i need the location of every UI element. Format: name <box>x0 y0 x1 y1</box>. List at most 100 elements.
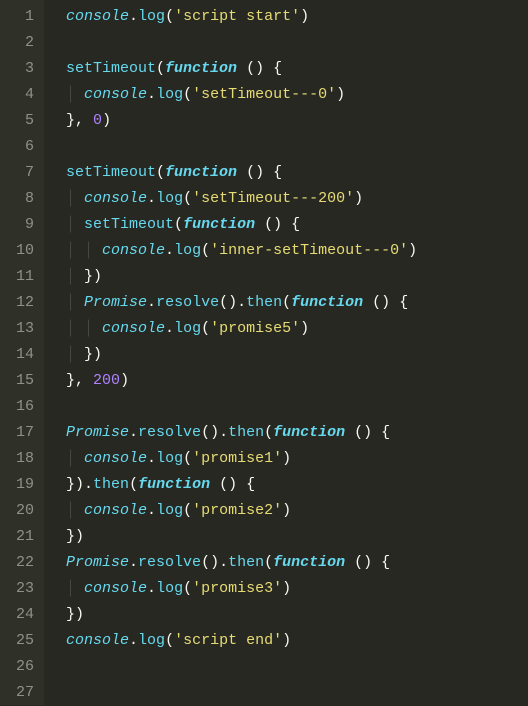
token: log <box>156 580 183 597</box>
token: . <box>129 632 138 649</box>
token: ) <box>75 606 84 623</box>
token: , <box>75 112 93 129</box>
token: Promise <box>84 294 147 311</box>
token <box>48 242 66 259</box>
line-number: 1 <box>8 4 34 30</box>
token <box>48 502 66 519</box>
token <box>345 554 354 571</box>
code-line[interactable]: │ Promise.resolve().then(function () { <box>48 290 528 316</box>
token: │ <box>66 450 84 467</box>
token: console <box>102 242 165 259</box>
token <box>264 60 273 77</box>
token: . <box>129 554 138 571</box>
token: ( <box>183 190 192 207</box>
token: setTimeout <box>66 60 156 77</box>
token: ( <box>183 450 192 467</box>
token: 'script end' <box>174 632 282 649</box>
line-number: 13 <box>8 316 34 342</box>
code-line[interactable]: │ console.log('promise3') <box>48 576 528 602</box>
token: { <box>273 60 282 77</box>
token: ) <box>408 242 417 259</box>
token: } <box>84 268 93 285</box>
token: │ <box>66 294 84 311</box>
token: log <box>138 8 165 25</box>
token <box>48 554 66 571</box>
token: . <box>147 450 156 467</box>
line-number: 3 <box>8 56 34 82</box>
token: │ <box>66 580 84 597</box>
token: console <box>84 86 147 103</box>
code-line[interactable] <box>48 30 528 56</box>
code-line[interactable]: }) <box>48 602 528 628</box>
token <box>48 450 66 467</box>
token <box>345 424 354 441</box>
code-line[interactable] <box>48 680 528 706</box>
token: console <box>84 450 147 467</box>
token: function <box>165 164 237 181</box>
token: then <box>93 476 129 493</box>
token: ( <box>183 86 192 103</box>
token <box>48 632 66 649</box>
token: () <box>264 216 282 233</box>
code-line[interactable] <box>48 394 528 420</box>
code-line[interactable]: }, 0) <box>48 108 528 134</box>
code-line[interactable]: setTimeout(function () { <box>48 56 528 82</box>
line-number: 2 <box>8 30 34 56</box>
token: then <box>228 424 264 441</box>
token: 'inner-setTimeout---0' <box>210 242 408 259</box>
code-line[interactable]: │ │ console.log('promise5') <box>48 316 528 342</box>
token <box>48 164 66 181</box>
token <box>282 216 291 233</box>
token: } <box>66 606 75 623</box>
token: ( <box>201 320 210 337</box>
line-number: 11 <box>8 264 34 290</box>
code-line[interactable]: │ console.log('setTimeout---0') <box>48 82 528 108</box>
code-line[interactable]: │ console.log('promise1') <box>48 446 528 472</box>
token: then <box>228 554 264 571</box>
token: log <box>156 450 183 467</box>
code-line[interactable]: │ │ console.log('inner-setTimeout---0') <box>48 238 528 264</box>
token: ( <box>201 242 210 259</box>
code-line[interactable]: }, 200) <box>48 368 528 394</box>
token: (). <box>201 554 228 571</box>
token: ( <box>156 60 165 77</box>
token: . <box>147 190 156 207</box>
code-line[interactable]: Promise.resolve().then(function () { <box>48 550 528 576</box>
code-line[interactable]: │ }) <box>48 342 528 368</box>
code-line[interactable]: }) <box>48 524 528 550</box>
line-number-gutter: 1234567891011121314151617181920212223242… <box>0 0 44 705</box>
code-line[interactable] <box>48 654 528 680</box>
token: 200 <box>93 372 120 389</box>
code-line[interactable]: console.log('script start') <box>48 4 528 30</box>
line-number: 7 <box>8 160 34 186</box>
code-line[interactable]: │ }) <box>48 264 528 290</box>
code-line[interactable]: console.log('script end') <box>48 628 528 654</box>
line-number: 16 <box>8 394 34 420</box>
code-line[interactable]: │ console.log('setTimeout---200') <box>48 186 528 212</box>
line-number: 6 <box>8 134 34 160</box>
token: Promise <box>66 554 129 571</box>
token: ( <box>282 294 291 311</box>
code-editor[interactable]: 1234567891011121314151617181920212223242… <box>0 0 528 705</box>
token <box>237 60 246 77</box>
token: () <box>246 164 264 181</box>
code-line[interactable]: setTimeout(function () { <box>48 160 528 186</box>
token: ( <box>183 580 192 597</box>
line-number: 20 <box>8 498 34 524</box>
token <box>48 346 66 363</box>
code-line[interactable]: }).then(function () { <box>48 472 528 498</box>
token: │ <box>66 216 84 233</box>
code-line[interactable]: │ setTimeout(function () { <box>48 212 528 238</box>
line-number: 23 <box>8 576 34 602</box>
token <box>237 476 246 493</box>
token <box>48 606 66 623</box>
token: ( <box>264 554 273 571</box>
code-area[interactable]: console.log('script start') setTimeout(f… <box>44 0 528 705</box>
token: () <box>219 476 237 493</box>
code-line[interactable]: │ console.log('promise2') <box>48 498 528 524</box>
token: then <box>246 294 282 311</box>
token: resolve <box>138 554 201 571</box>
code-line[interactable]: Promise.resolve().then(function () { <box>48 420 528 446</box>
code-line[interactable] <box>48 134 528 160</box>
token: 'promise1' <box>192 450 282 467</box>
